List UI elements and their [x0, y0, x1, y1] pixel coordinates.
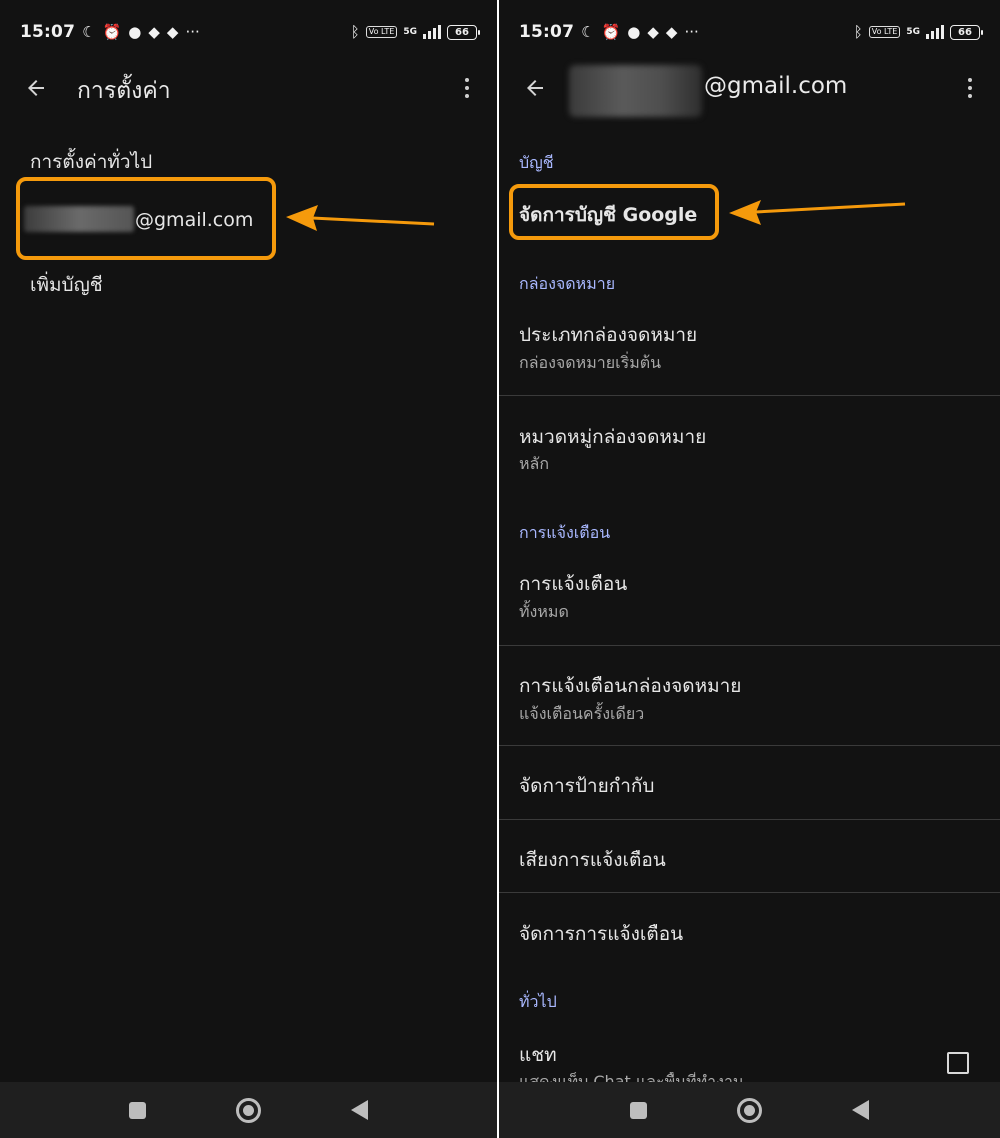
game-icon: ◆ [647, 22, 659, 41]
recents-button[interactable] [129, 1101, 146, 1119]
volte-badge: Vo LTE [365, 26, 398, 38]
moon-icon: ☾ [581, 22, 595, 41]
inbox-categories-title: หมวดหมู่กล่องจดหมาย [519, 426, 707, 448]
status-bar: 15:07 ☾ ⏰ ● ◆ ◆ ··· ᛒ Vo LTE 5G 66 [20, 18, 480, 46]
network-label: 5G [403, 27, 417, 37]
divider [499, 892, 1000, 893]
divider [499, 745, 1000, 746]
back-button[interactable] [20, 72, 52, 104]
chat-setting-subtitle: แสดงแท็บ Chat และพื้นที่ทำงาน [519, 1072, 744, 1082]
more-dots-icon: ··· [185, 22, 200, 41]
add-account-item[interactable]: เพิ่มบัญชี [30, 270, 103, 300]
home-button[interactable] [236, 1097, 261, 1123]
notifications-value: ทั้งหมด [519, 602, 569, 621]
divider [499, 395, 1000, 396]
manage-notifications-item[interactable]: จัดการการแจ้งเตือน [519, 919, 683, 949]
home-button[interactable] [737, 1097, 762, 1123]
alarm-icon: ⏰ [601, 22, 621, 41]
back-arrow-icon [28, 80, 44, 96]
inbox-type-value: กล่องจดหมายเริ่มต้น [519, 353, 662, 372]
moon-icon: ☾ [82, 22, 96, 41]
manage-labels-item[interactable]: จัดการป้ายกำกับ [519, 771, 654, 801]
nav-back-button[interactable] [852, 1100, 869, 1120]
right-phone-screen: 15:07 ☾ ⏰ ● ◆ ◆ ··· ᛒ Vo LTE 5G 66 @gmai… [499, 0, 1000, 1138]
overflow-menu-button[interactable] [455, 72, 479, 104]
volte-badge: Vo LTE [868, 26, 901, 38]
inbox-notifications-value: แจ้งเตือนครั้งเดียว [519, 704, 645, 723]
section-header-notifications: การแจ้งเตือน [519, 523, 611, 542]
status-time: 15:07 [519, 22, 575, 42]
bluetooth-icon: ᛒ [350, 22, 360, 41]
signal-icon [423, 25, 441, 39]
alarm-icon: ⏰ [102, 22, 122, 41]
left-phone-screen: 15:07 ☾ ⏰ ● ◆ ◆ ··· ᛒ Vo LTE 5G 66 การตั… [0, 0, 497, 1138]
manage-google-account-item[interactable]: จัดการบัญชี Google [519, 200, 697, 230]
inbox-notifications-title: การแจ้งเตือนกล่องจดหมาย [519, 675, 742, 697]
status-time: 15:07 [20, 22, 76, 42]
game-icon: ◆ [166, 22, 179, 41]
chat-checkbox[interactable] [947, 1052, 969, 1074]
overflow-menu-button[interactable] [958, 72, 982, 104]
account-email-title: @gmail.com [704, 73, 848, 99]
chat-setting-title[interactable]: แชท [519, 1040, 557, 1070]
chat-bubble-icon: ● [627, 22, 641, 41]
status-bar: 15:07 ☾ ⏰ ● ◆ ◆ ··· ᛒ Vo LTE 5G 66 [519, 18, 983, 46]
divider [499, 819, 1000, 820]
app-bar: การตั้งค่า [0, 60, 497, 116]
section-header-account: บัญชี [519, 153, 554, 172]
back-arrow-icon [527, 80, 543, 96]
chat-setting-subtitle-clip: แสดงแท็บ Chat และพื้นที่ทำงาน [499, 1072, 1000, 1082]
divider [499, 645, 1000, 646]
back-button[interactable] [519, 72, 551, 104]
account-item[interactable]: @gmail.com [135, 209, 253, 231]
navigation-bar [0, 1082, 497, 1138]
orange-pointer-arrow [286, 205, 435, 231]
navigation-bar [499, 1082, 1000, 1138]
orange-pointer-arrow [729, 200, 906, 225]
notifications-title: การแจ้งเตือน [519, 573, 628, 595]
game-icon: ◆ [665, 22, 678, 41]
battery-icon: 66 [447, 24, 480, 40]
page-title: การตั้งค่า [77, 78, 171, 104]
app-bar: @gmail.com [499, 60, 1000, 117]
blurred-email-username [24, 206, 134, 232]
game-icon: ◆ [148, 22, 160, 41]
notification-sounds-item[interactable]: เสียงการแจ้งเตือน [519, 845, 666, 875]
inbox-categories-value: หลัก [519, 454, 550, 473]
inbox-type-title: ประเภทกล่องจดหมาย [519, 324, 698, 346]
section-header-inbox: กล่องจดหมาย [519, 274, 616, 293]
bluetooth-icon: ᛒ [853, 22, 863, 41]
general-settings-item[interactable]: การตั้งค่าทั่วไป [30, 147, 152, 177]
blurred-email-username [569, 65, 702, 117]
nav-back-button[interactable] [351, 1100, 368, 1120]
network-label: 5G [906, 27, 920, 37]
signal-icon [926, 25, 944, 39]
battery-icon: 66 [950, 24, 983, 40]
chat-bubble-icon: ● [128, 22, 142, 41]
recents-button[interactable] [630, 1101, 647, 1119]
more-dots-icon: ··· [684, 22, 699, 41]
section-header-general: ทั่วไป [519, 992, 557, 1011]
